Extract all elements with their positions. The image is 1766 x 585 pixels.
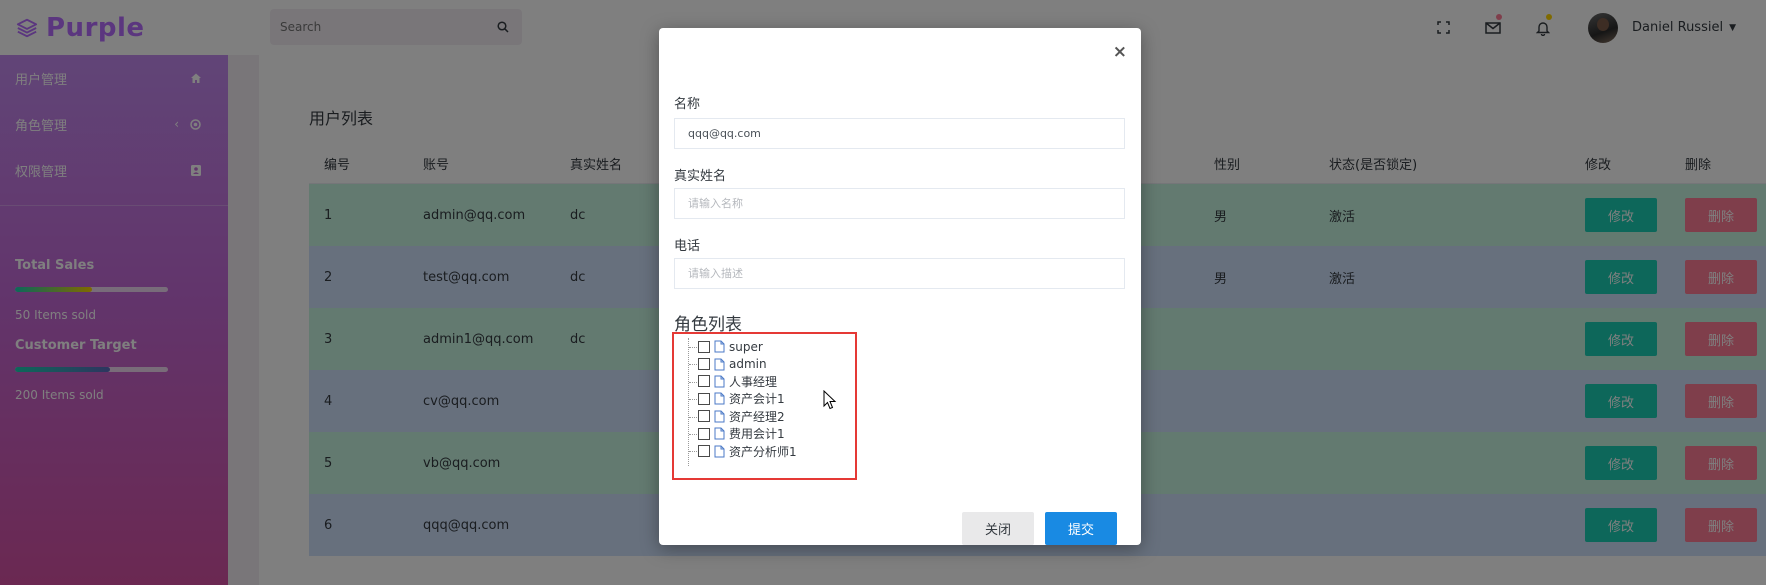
- submit-button[interactable]: 提交: [1045, 512, 1117, 545]
- role-checkbox[interactable]: [698, 427, 710, 440]
- document-icon: [714, 445, 725, 458]
- role-label: 资产会计1: [729, 392, 785, 407]
- role-label: 人事经理: [729, 374, 778, 389]
- role-item[interactable]: 资产分析师1: [688, 442, 797, 459]
- phone-label: 电话: [674, 239, 701, 254]
- phone-field[interactable]: [674, 258, 1125, 289]
- role-label: admin: [729, 357, 767, 372]
- role-checkbox[interactable]: [698, 340, 710, 353]
- role-item[interactable]: admin: [688, 355, 797, 372]
- role-item[interactable]: super: [688, 338, 797, 355]
- close-button[interactable]: 关闭: [962, 512, 1034, 545]
- role-checkbox[interactable]: [698, 375, 710, 388]
- realname-field[interactable]: [674, 188, 1125, 219]
- document-icon: [714, 427, 725, 440]
- role-label: 费用会计1: [729, 427, 785, 442]
- mouse-cursor-icon: [823, 390, 837, 410]
- role-item[interactable]: 人事经理: [688, 373, 797, 390]
- role-label: 资产分析师1: [729, 444, 797, 459]
- edit-user-modal: × 名称 真实姓名 电话 角色列表 super admin 人事经理 资产会计1: [659, 28, 1141, 545]
- role-tree: super admin 人事经理 资产会计1 资产经理2 费用会计1 资产分析师…: [688, 338, 797, 466]
- name-label: 名称: [674, 97, 701, 112]
- role-checkbox[interactable]: [698, 358, 710, 371]
- role-checkbox[interactable]: [698, 392, 710, 405]
- close-icon[interactable]: ×: [1113, 44, 1127, 61]
- document-icon: [714, 410, 725, 423]
- role-label: super: [729, 339, 763, 354]
- role-checkbox[interactable]: [698, 445, 710, 458]
- document-icon: [714, 375, 725, 388]
- role-checkbox[interactable]: [698, 410, 710, 423]
- role-item[interactable]: 资产会计1: [688, 390, 797, 407]
- document-icon: [714, 358, 725, 371]
- role-label: 资产经理2: [729, 409, 785, 424]
- realname-label: 真实姓名: [674, 169, 727, 184]
- document-icon: [714, 340, 725, 353]
- role-item[interactable]: 资产经理2: [688, 408, 797, 425]
- document-icon: [714, 392, 725, 405]
- name-field[interactable]: [674, 118, 1125, 149]
- role-item[interactable]: 费用会计1: [688, 425, 797, 442]
